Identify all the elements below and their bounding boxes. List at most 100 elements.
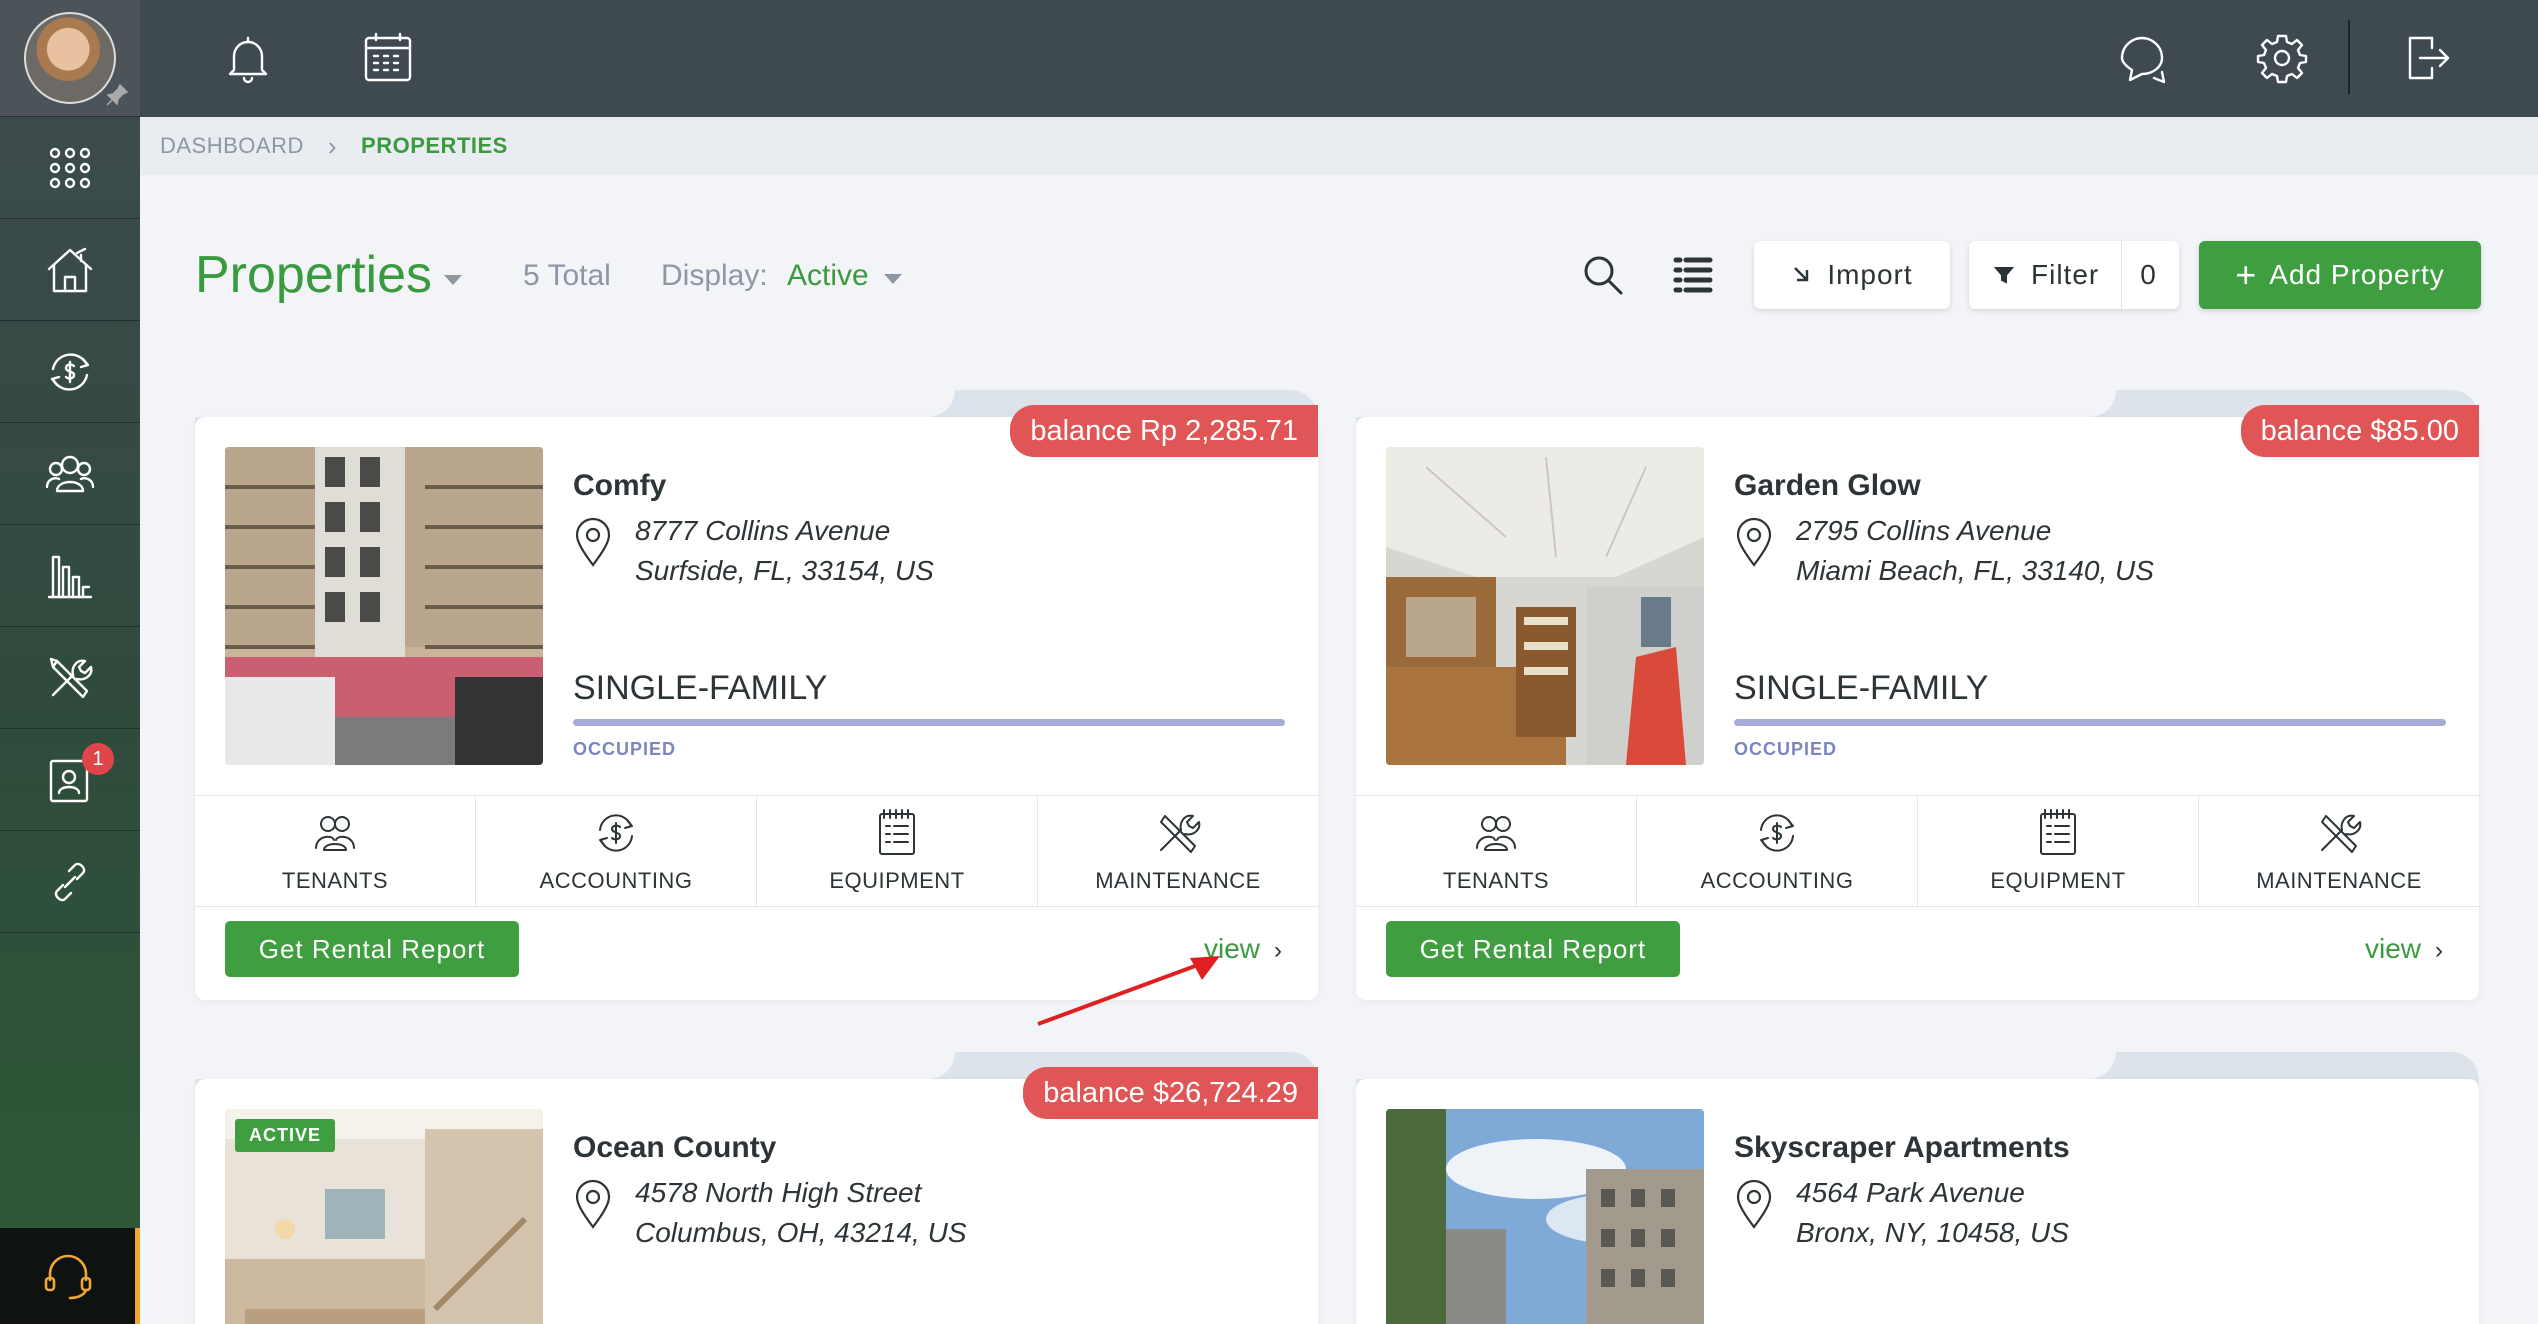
address-line-2: Surfside, FL, 33154, US xyxy=(635,555,934,586)
tenants-icon xyxy=(1476,816,1516,851)
tab-equipment[interactable]: EQUIPMENT xyxy=(757,796,1038,906)
property-photo[interactable] xyxy=(225,447,543,765)
list-icon xyxy=(1673,257,1713,293)
accounting-icon xyxy=(1760,814,1794,852)
occupancy-status: OCCUPIED xyxy=(1734,739,1838,759)
status-badge: ACTIVE xyxy=(235,1119,336,1152)
address-line-2: Columbus, OH, 43214, US xyxy=(635,1217,967,1248)
chevron-down-icon[interactable] xyxy=(444,275,462,285)
breadcrumb: DASHBOARD › PROPERTIES xyxy=(140,117,2538,175)
add-property-button[interactable]: + Add Property xyxy=(2199,241,2481,309)
equipment-icon xyxy=(2040,809,2076,855)
tab-maintenance[interactable]: MAINTENANCE xyxy=(1038,796,1318,906)
user-avatar[interactable] xyxy=(0,0,140,117)
tab-equipment[interactable]: EQUIPMENT xyxy=(1918,796,2199,906)
logout-icon xyxy=(2408,36,2450,80)
settings-button[interactable] xyxy=(2252,28,2312,88)
occupancy-status: OCCUPIED xyxy=(573,739,677,759)
chevron-down-icon[interactable] xyxy=(884,274,902,284)
notification-badge: 1 xyxy=(82,743,114,775)
property-photo[interactable]: ACTIVE xyxy=(225,1109,543,1324)
messages-button[interactable] xyxy=(2112,28,2172,88)
sidebar-item-reports[interactable] xyxy=(0,525,140,627)
property-name[interactable]: Comfy xyxy=(573,469,666,503)
calendar-icon xyxy=(364,32,412,82)
property-photo[interactable] xyxy=(1386,1109,1704,1324)
tab-tenants[interactable]: TENANTS xyxy=(195,796,476,906)
tab-equipment-label: EQUIPMENT xyxy=(1990,868,2126,893)
top-bar xyxy=(140,0,2538,117)
filter-count: 0 xyxy=(2140,259,2157,290)
house-icon xyxy=(47,247,93,292)
property-type: SINGLE-FAMILY xyxy=(1734,669,1989,707)
chevron-right-icon: › xyxy=(1274,937,1282,964)
maintenance-icon xyxy=(2321,814,2362,853)
address-line-2: Miami Beach, FL, 33140, US xyxy=(1796,555,2154,586)
page-title[interactable]: Properties xyxy=(195,245,432,305)
sidebar-item-maintenance[interactable] xyxy=(0,627,140,729)
people-icon xyxy=(45,455,95,492)
tab-accounting[interactable]: ACCOUNTING xyxy=(1637,796,1918,906)
property-name[interactable]: Skyscraper Apartments xyxy=(1734,1131,2070,1165)
import-button[interactable]: Import xyxy=(1754,241,1950,309)
property-photo[interactable] xyxy=(1386,447,1704,765)
sidebar-item-accounting[interactable] xyxy=(0,321,140,423)
total-count: 5 Total xyxy=(523,259,611,292)
search-button[interactable] xyxy=(1580,252,1626,298)
add-property-label: Add Property xyxy=(2269,259,2445,290)
notifications-button[interactable] xyxy=(218,28,278,88)
property-type: SINGLE-FAMILY xyxy=(573,669,828,707)
logout-button[interactable] xyxy=(2396,28,2456,88)
tab-tenants[interactable]: TENANTS xyxy=(1356,796,1637,906)
location-pin-icon xyxy=(1734,1179,1774,1231)
property-address: 2795 Collins Avenue Miami Beach, FL, 331… xyxy=(1796,511,2154,591)
tab-maintenance-label: MAINTENANCE xyxy=(1095,868,1261,893)
get-rental-report-button[interactable]: Get Rental Report xyxy=(225,921,519,977)
support-button[interactable] xyxy=(0,1228,140,1324)
annotation-arrow-icon xyxy=(1037,956,1220,1026)
gear-icon xyxy=(2256,34,2308,84)
property-card: Skyscraper Apartments 4564 Park Avenue B… xyxy=(1356,1052,2479,1324)
avatar[interactable] xyxy=(24,12,116,104)
import-arrow-icon xyxy=(1794,267,1809,282)
address-line-2: Bronx, NY, 10458, US xyxy=(1796,1217,2069,1248)
chevron-right-icon: › xyxy=(327,130,338,161)
sidebar-item-people[interactable] xyxy=(0,423,140,525)
tab-accounting-label: ACCOUNTING xyxy=(1700,868,1854,893)
get-rental-report-button[interactable]: Get Rental Report xyxy=(1386,921,1680,977)
filter-button[interactable]: Filter 0 xyxy=(1969,241,2179,309)
breadcrumb-dashboard[interactable]: DASHBOARD xyxy=(160,133,304,159)
property-name[interactable]: Ocean County xyxy=(573,1131,776,1165)
sidebar-item-links[interactable] xyxy=(0,831,140,933)
calendar-button[interactable] xyxy=(358,28,418,88)
property-name[interactable]: Garden Glow xyxy=(1734,469,1921,503)
sidebar-item-properties[interactable] xyxy=(0,219,140,321)
property-address: 4578 North High Street Columbus, OH, 432… xyxy=(635,1173,967,1253)
list-view-button[interactable] xyxy=(1670,252,1716,298)
property-card: ACTIVE Ocean County 4578 North High Stre… xyxy=(195,1052,1318,1324)
pin-icon[interactable] xyxy=(104,82,130,108)
location-pin-icon xyxy=(573,1179,613,1231)
view-label: view xyxy=(2364,933,2421,964)
address-line-1: 8777 Collins Avenue xyxy=(635,515,891,546)
tab-tenants-label: TENANTS xyxy=(281,868,389,893)
filter-label: Filter xyxy=(2031,259,2100,290)
tab-accounting[interactable]: ACCOUNTING xyxy=(476,796,757,906)
card-body: Comfy 8777 Collins Avenue Surfside, FL, … xyxy=(195,417,1318,1000)
equipment-icon xyxy=(879,809,915,855)
sidebar: 1 xyxy=(0,0,140,1324)
sidebar-item-contacts[interactable]: 1 xyxy=(0,729,140,831)
sidebar-item-apps[interactable] xyxy=(0,117,140,219)
filter-icon xyxy=(1993,267,2015,284)
property-address: 4564 Park Avenue Bronx, NY, 10458, US xyxy=(1796,1173,2069,1253)
chat-icon xyxy=(2120,36,2166,84)
accounting-icon xyxy=(599,814,633,852)
address-line-1: 2795 Collins Avenue xyxy=(1796,515,2052,546)
view-link[interactable]: view › xyxy=(2365,933,2443,965)
search-icon xyxy=(1584,256,1623,295)
property-card: Comfy 8777 Collins Avenue Surfside, FL, … xyxy=(195,390,1318,1000)
breadcrumb-properties: PROPERTIES xyxy=(361,133,508,158)
display-filter-select[interactable]: Active xyxy=(787,259,869,293)
tab-maintenance[interactable]: MAINTENANCE xyxy=(2199,796,2479,906)
card-tabs: TENANTS ACCOUNTING EQUIPMENT MAINTENANCE xyxy=(195,795,1318,907)
